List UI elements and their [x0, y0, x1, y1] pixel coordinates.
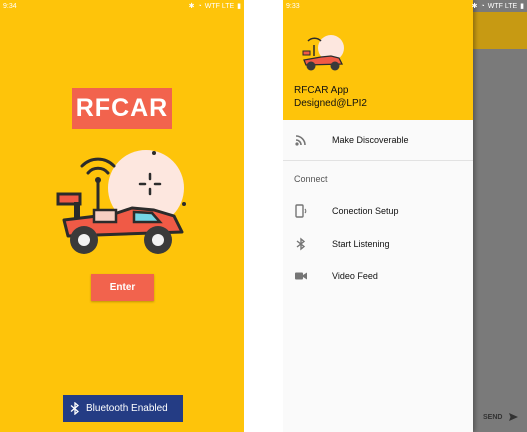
video-camera-icon: [295, 272, 307, 280]
menu-item-label: Video Feed: [332, 271, 378, 281]
drawer-header: RFCAR App Designed@LPI2: [283, 0, 473, 120]
wifi-status-icon: ◔: [197, 2, 202, 10]
send-label: SEND: [483, 413, 503, 421]
bluetooth-status-icon: ✱: [188, 3, 195, 10]
phone-signal-icon: [295, 204, 307, 218]
status-time: 9:33: [286, 2, 300, 10]
bluetooth-status-banner: Bluetooth Enabled: [63, 395, 183, 422]
connect-section-title: Connect: [294, 174, 328, 184]
menu-item-make-discoverable[interactable]: Make Discoverable: [283, 126, 473, 154]
battery-icon: ▮: [237, 3, 241, 10]
bluetooth-icon: [70, 402, 80, 415]
cast-icon: [295, 135, 306, 146]
status-carrier: WTF LTE: [204, 2, 235, 10]
phone-screen-left: 9:34 ✱ ◔ WTF LTE ▮ RFCAR Enter Bluetooth…: [0, 0, 244, 432]
drawer-designer: Designed@LPI2: [294, 98, 367, 109]
app-toolbar-dimmed: [473, 12, 527, 49]
menu-item-label: Make Discoverable: [332, 135, 409, 145]
menu-item-label: Conection Setup: [332, 206, 399, 216]
status-time: 9:34: [3, 2, 17, 10]
menu-item-label: Start Listening: [332, 239, 390, 249]
menu-item-start-listening[interactable]: Start Listening: [283, 230, 473, 258]
bluetooth-icon: [296, 237, 306, 251]
rf-car-illustration: [56, 150, 186, 254]
app-title: RFCAR: [72, 88, 172, 129]
drawer-app-name: RFCAR App: [294, 85, 349, 96]
status-carrier: WTF LTE: [487, 2, 518, 10]
navigation-drawer: RFCAR App Designed@LPI2 Make Discoverabl…: [283, 0, 473, 432]
rf-car-logo: [302, 35, 344, 71]
menu-item-video-feed[interactable]: Video Feed: [283, 262, 473, 290]
send-button[interactable]: SEND: [473, 402, 527, 432]
status-bar: 9:34 ✱ ◔ WTF LTE ▮: [0, 0, 244, 12]
wifi-status-icon: ◔: [480, 2, 485, 10]
bluetooth-status-icon: ✱: [471, 3, 478, 10]
phone-screen-right: 9:33 ✱ ◔ WTF LTE ▮ SEND RFCAR App Design…: [283, 0, 527, 432]
enter-button[interactable]: Enter: [91, 274, 154, 301]
drawer-divider: [283, 160, 473, 161]
menu-item-connection-setup[interactable]: Conection Setup: [283, 197, 473, 225]
status-bar: 9:33 ✱ ◔ WTF LTE ▮: [283, 0, 527, 12]
send-arrow-icon: [509, 413, 519, 421]
battery-icon: ▮: [520, 3, 524, 10]
bluetooth-status-label: Bluetooth Enabled: [86, 403, 168, 414]
